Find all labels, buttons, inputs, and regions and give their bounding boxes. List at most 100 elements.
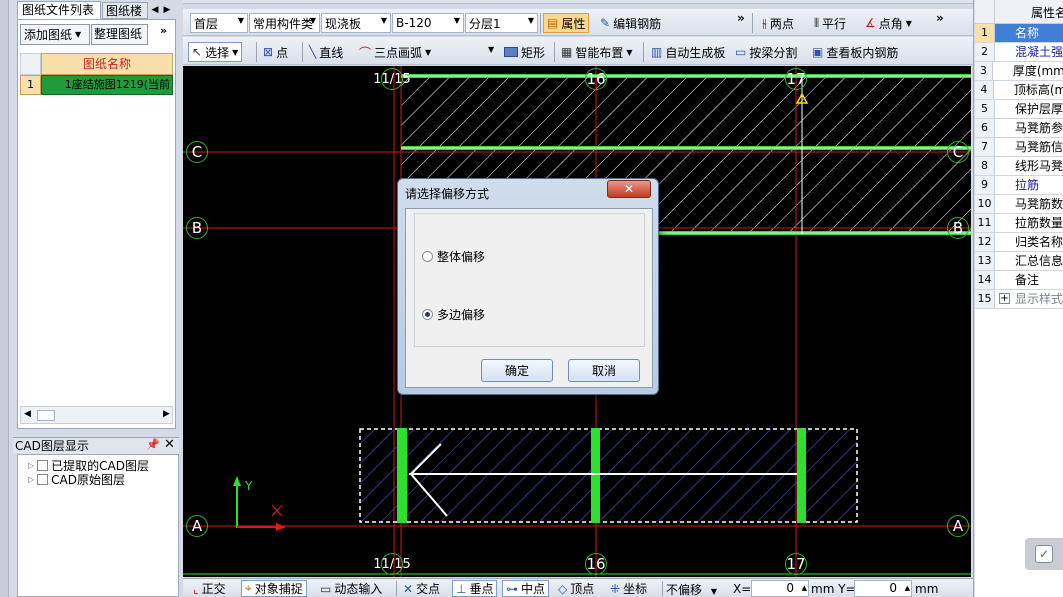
component-type-select[interactable]: 常用构件类 ▼	[249, 13, 320, 33]
layer-select[interactable]: 分层1 ▼	[465, 13, 538, 33]
property-row[interactable]: 10 马凳筋数	[975, 195, 1063, 214]
property-button[interactable]: ▤ 属性	[543, 13, 590, 33]
ortho-toggle[interactable]: ⌞ 正交	[190, 580, 229, 597]
floating-action-button[interactable]: ✓	[1025, 538, 1063, 570]
ok-button[interactable]: 确定	[481, 359, 553, 382]
rectangle-button[interactable]: 矩形	[501, 42, 548, 62]
tab-scroll-left[interactable]: ◀	[149, 2, 161, 18]
vertex-snap[interactable]: ◇ 顶点	[555, 580, 597, 597]
tab-drawing-list[interactable]: 图纸文件列表	[17, 1, 101, 19]
property-row[interactable]: 2 混凝土强	[975, 43, 1063, 62]
horizontal-scrollbar[interactable]: ◀ ▶	[20, 406, 173, 424]
checkbox[interactable]	[37, 474, 49, 485]
scroll-right-icon[interactable]: ▶	[163, 409, 170, 419]
property-row-label: 混凝土强	[1015, 45, 1063, 59]
spin-up-icon[interactable]: ▲	[905, 581, 910, 596]
selected-slab[interactable]	[359, 428, 858, 523]
property-row[interactable]: 11 拉筋数量	[975, 214, 1063, 233]
dropdown-arrow-icon: ▼	[527, 16, 534, 25]
offset-dialog: 请选择偏移方式 ✕ 整体偏移 多边偏移 确定 取消	[397, 178, 659, 395]
drawing-name-cell[interactable]: 1座结施图1219(当前	[41, 75, 173, 95]
slab-type-select[interactable]: 现浇板 ▼	[321, 13, 391, 33]
layer-value: 分层1	[469, 16, 501, 31]
property-row[interactable]: 8 线形马凳	[975, 157, 1063, 176]
property-row[interactable]: 14 备注	[975, 271, 1063, 290]
property-row[interactable]: 6 马凳筋参	[975, 119, 1063, 138]
scroll-thumb[interactable]	[37, 410, 55, 421]
expand-icon[interactable]: ▷	[28, 475, 34, 484]
tree-item-original[interactable]: ▷ CAD原始图层	[28, 471, 125, 488]
grid-label: 16	[586, 555, 606, 573]
property-row[interactable]: 5 保护层厚	[975, 100, 1063, 119]
scroll-left-icon[interactable]: ◀	[24, 409, 31, 419]
cancel-button[interactable]: 取消	[568, 359, 640, 382]
x-coordinate-input[interactable]: 0 ▲	[751, 580, 809, 597]
tab-scroll-right[interactable]: ▶	[161, 2, 173, 18]
more-buttons-icon[interactable]: »	[160, 24, 167, 37]
grid-label: C	[191, 143, 203, 161]
toolbar-top-strip	[183, 0, 973, 4]
property-row[interactable]: 13 汇总信息	[975, 252, 1063, 271]
dynamic-input-toggle[interactable]: ▭ 动态输入	[317, 580, 385, 597]
property-row[interactable]: 7 马凳筋信	[975, 138, 1063, 157]
expand-icon[interactable]: ▷	[28, 461, 34, 470]
property-row[interactable]: 4 顶标高(m	[975, 81, 1063, 100]
line-button[interactable]: ╲ 直线	[306, 42, 346, 62]
organize-drawing-button[interactable]: 整理图纸	[91, 24, 148, 45]
offset-mode-select[interactable]: 不偏移 ▼	[666, 581, 726, 597]
y-coordinate-input[interactable]: 0 ▲	[854, 580, 912, 597]
select-button[interactable]: ↖ 选择 ▼	[188, 42, 243, 62]
view-slab-rebar-button[interactable]: ▣ 查看板内钢筋	[809, 42, 901, 62]
arc-dropdown-arrow[interactable]: ▼	[488, 45, 494, 54]
property-row[interactable]: 1 名称	[975, 24, 1063, 43]
property-row-label: 备注	[1015, 273, 1040, 287]
property-row[interactable]: 9 拉筋	[975, 176, 1063, 195]
expand-plus-icon[interactable]: +	[999, 293, 1010, 304]
dialog-close-button[interactable]: ✕	[607, 180, 651, 198]
add-drawing-button[interactable]: 添加图纸 ▼	[20, 24, 90, 45]
line-label: 直线	[319, 45, 344, 60]
property-row[interactable]: 12 归类名称	[975, 233, 1063, 252]
point-angle-button[interactable]: ∡ 点角 ▼	[862, 13, 915, 33]
component-select[interactable]: B-120 ▼	[392, 13, 464, 33]
floor-select[interactable]: 首层 ▼	[190, 13, 248, 33]
close-icon[interactable]: ✕	[164, 437, 175, 452]
vertex-icon: ◇	[558, 581, 568, 596]
split-by-beam-button[interactable]: ▭ 按梁分割	[732, 42, 800, 62]
checkbox[interactable]	[37, 460, 49, 471]
property-row[interactable]: 3 厚度(mm)	[975, 62, 1063, 81]
more-tools-icon[interactable]: »	[936, 11, 944, 25]
property-row[interactable]: 15 + 显示样式	[975, 290, 1063, 309]
intersection-snap[interactable]: ✕ 交点	[400, 580, 443, 597]
coordinate-label: 坐标	[623, 582, 648, 596]
edit-rebar-button[interactable]: ✎ 编辑钢筋	[597, 13, 664, 33]
tree-item-label: CAD原始图层	[51, 473, 125, 487]
column-17[interactable]	[797, 428, 806, 523]
smart-layout-button[interactable]: ▦ 智能布置 ▼	[558, 42, 636, 62]
more-tools-icon[interactable]: »	[737, 11, 745, 25]
radio-unselected-icon[interactable]	[422, 251, 433, 262]
tab-drawing-floor[interactable]: 图纸楼	[102, 2, 148, 19]
midpoint-snap[interactable]: ⊶ 中点	[502, 580, 550, 597]
property-header: 属性名	[975, 0, 1063, 24]
auto-generate-slab-button[interactable]: ▥ 自动生成板	[648, 42, 728, 62]
radio-whole-offset[interactable]: 整体偏移	[422, 248, 485, 265]
radio-multi-side-offset[interactable]: 多边偏移	[422, 306, 485, 323]
parallel-button[interactable]: ⫴ 平行	[811, 13, 849, 33]
left-splitter[interactable]	[0, 0, 9, 597]
column-16[interactable]	[591, 428, 600, 523]
point-button[interactable]: ⊠ 点	[260, 42, 291, 62]
three-point-arc-button[interactable]: ⌒ 三点画弧 ▼	[356, 42, 434, 62]
radio-selected-icon[interactable]	[422, 309, 433, 320]
property-header-label: 属性名	[1031, 6, 1063, 20]
property-row-label: 马凳筋信	[1015, 140, 1063, 154]
perpendicular-label: 垂点	[469, 582, 494, 596]
coordinate-snap[interactable]: ⁜ 坐标	[607, 580, 650, 597]
column-11-15[interactable]	[397, 428, 407, 523]
perpendicular-snap[interactable]: ⊥ 垂点	[452, 580, 498, 597]
pin-icon[interactable]: 📌	[146, 438, 160, 451]
table-row[interactable]: 1 1座结施图1219(当前	[20, 75, 173, 95]
two-points-button[interactable]: ⫳ 两点	[759, 13, 797, 33]
object-snap-toggle[interactable]: ⌖ 对象捕捉	[241, 580, 307, 597]
spin-up-icon[interactable]: ▲	[802, 581, 807, 596]
